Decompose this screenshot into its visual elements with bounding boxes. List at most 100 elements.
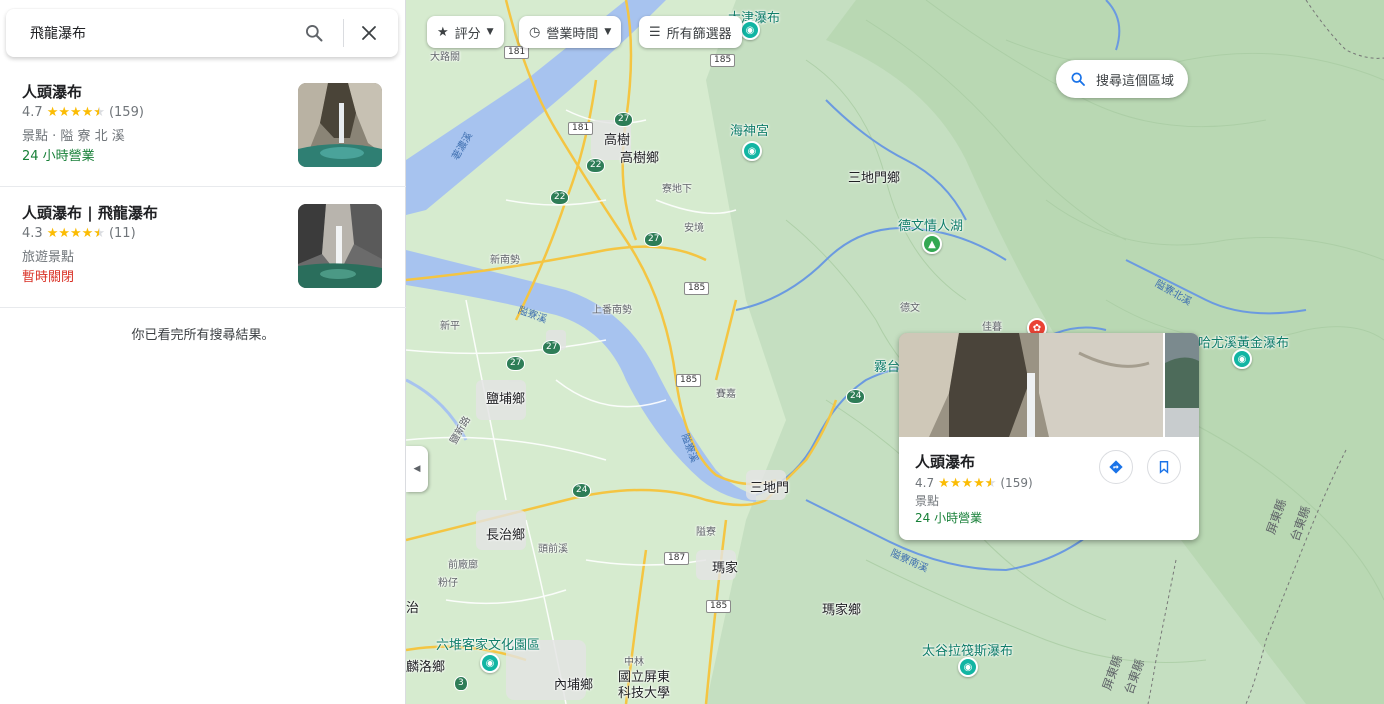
star-icon: ★ [46,105,59,120]
map-label-changzhi: 長治鄉 [486,528,526,543]
filter-all-chip[interactable]: ☰ 所有篩選器 [639,16,742,48]
save-button[interactable] [1147,450,1181,484]
search-icon [1071,72,1085,86]
caret-down-icon: ▼ [486,27,494,37]
road-shield: 22 [586,158,606,173]
result-item[interactable]: 人頭瀑布 4.7 ★★★★★ (159) 景點 · 隘 寮 北 溪 24 小時營… [0,67,406,187]
result-rating: 4.3 ★★★★★ (11) [22,226,136,241]
tree-icon[interactable]: ▲ [922,234,942,254]
search-button[interactable] [302,21,326,45]
star-icon: ★ [81,105,94,120]
card-status: 24 小時營業 [915,511,983,525]
camera-icon[interactable]: ◉ [958,657,978,677]
star-icon: ★ [58,105,70,120]
map-label: 隘寮 [696,527,716,538]
bookmark-icon [1159,461,1169,474]
filter-rating-label: 評分 [454,26,481,42]
result-rating: 4.7 ★★★★★ (159) [22,105,144,120]
star-icon: ★ [949,475,962,491]
end-of-results-text: 你已看完所有搜尋結果。 [131,328,275,343]
filter-hours-chip[interactable]: ◷ 營業時間 ▼ [519,16,622,48]
road-shield: 187 [664,552,690,565]
map-label: 前廠廍 [448,560,478,571]
map-label-pingtung-uni: 國立屏東 科技大學 [618,670,671,701]
directions-button[interactable] [1099,450,1133,484]
result-category: 景點 · 隘 寮 北 溪 [22,129,125,144]
star-icon: ★ [81,226,94,241]
camera-icon[interactable]: ◉ [480,653,500,673]
road-shield: 27 [644,232,664,247]
road-shield: 27 [542,340,562,355]
map-label-haishen-gong[interactable]: 海神宮 [730,120,769,139]
road-shield: 27 [506,356,526,371]
card-category: 景點 [915,494,940,508]
results-panel: 人頭瀑布 4.7 ★★★★★ (159) 景點 · 隘 寮 北 溪 24 小時營… [0,0,406,704]
result-thumbnail[interactable] [298,204,382,288]
search-icon [306,25,323,42]
map-label: 寮地下 [662,184,692,195]
road-shield: 185 [710,54,736,67]
result-category: 旅遊景點 [22,250,75,265]
map-label-majia-xiang: 瑪家鄉 [822,603,862,618]
search-this-area-label: 搜尋這個區域 [1096,73,1175,89]
result-title: 人頭瀑布 | 飛龍瀑布 [22,204,158,222]
result-thumbnail[interactable] [298,83,382,167]
place-info-card[interactable]: 人頭瀑布 4.7 ★★★★★ (159) 景點 24 小時營業 [899,333,1199,540]
map-label: 賽嘉 [716,389,736,400]
result-status: 24 小時營業 [22,149,95,164]
star-icon: ★ [46,226,59,241]
road-shield: 185 [676,374,702,387]
road-shield: 27 [614,112,634,127]
road-shield: 24 [846,389,866,404]
map-label: 安境 [684,223,704,234]
star-rating-icon: ★ ★ ★ ★ ★ [938,477,996,490]
camera-icon[interactable]: ◉ [742,141,762,161]
star-icon: ★ [985,477,997,490]
review-count: (11) [108,226,136,241]
road-shield: 185 [706,600,732,613]
filter-rating-chip[interactable]: ★ 評分 ▼ [427,16,504,48]
map-label: 上番南勢 [592,305,632,316]
card-title: 人頭瀑布 [915,453,976,471]
camera-icon[interactable]: ◉ [740,20,760,40]
map-label: 新平 [440,321,460,332]
map-label-dewen-lake[interactable]: 德文情人湖 [898,215,963,234]
waterfall-photo-icon [298,83,382,167]
result-item[interactable]: 人頭瀑布 | 飛龍瀑布 4.3 ★★★★★ (11) 旅遊景點 暫時關閉 [0,188,406,308]
road-shield: 24 [572,483,592,498]
place-photo-icon [899,333,1199,437]
map-label: 新南勢 [490,255,520,266]
star-icon: ★ [961,475,974,491]
star-icon: ★ [973,475,985,491]
clock-icon: ◷ [529,24,541,40]
star-rating-icon: ★ ★ ★ ★ ★ [47,227,105,240]
result-title: 人頭瀑布 [22,83,83,101]
map-label-majia: 瑪家 [712,561,739,576]
search-box [6,9,398,57]
map-label-gaoshu: 高樹 [604,133,631,148]
map-label-wutai: 霧台 [874,360,901,375]
chevron-left-icon: ◀ [413,464,421,474]
camera-icon[interactable]: ◉ [1232,349,1252,369]
map-label-sandimen: 三地門 [750,481,790,496]
map-canvas[interactable]: 大津瀑布 大路關 高樹 高樹鄉 海神宮 三地門鄉 德文情人湖 德文 佳暮 霧台 … [406,0,1384,704]
directions-icon [1109,460,1123,474]
tune-icon: ☰ [649,24,661,40]
map-label-linluo: 麟洛鄉 [406,660,446,675]
map-label: 治 [406,601,420,616]
result-status: 暫時關閉 [22,270,75,285]
collapse-panel-button[interactable]: ◀ [406,446,428,492]
caret-down-icon: ▼ [604,27,612,37]
star-icon: ★ [938,475,950,491]
search-input[interactable] [30,25,298,41]
star-icon: ★ [70,226,82,241]
search-this-area-button[interactable]: 搜尋這個區域 [1056,60,1189,98]
map-label-sandimen-xiang: 三地門鄉 [848,171,901,186]
close-button[interactable] [357,21,381,45]
waterfall-photo-icon [298,204,382,288]
star-icon: ★ [70,105,82,120]
map-label-liudui[interactable]: 六堆客家文化園區 [436,634,540,653]
review-count: (159) [1000,476,1033,490]
star-icon: ★ [93,227,105,240]
map-label: 佳暮 [982,322,1002,333]
